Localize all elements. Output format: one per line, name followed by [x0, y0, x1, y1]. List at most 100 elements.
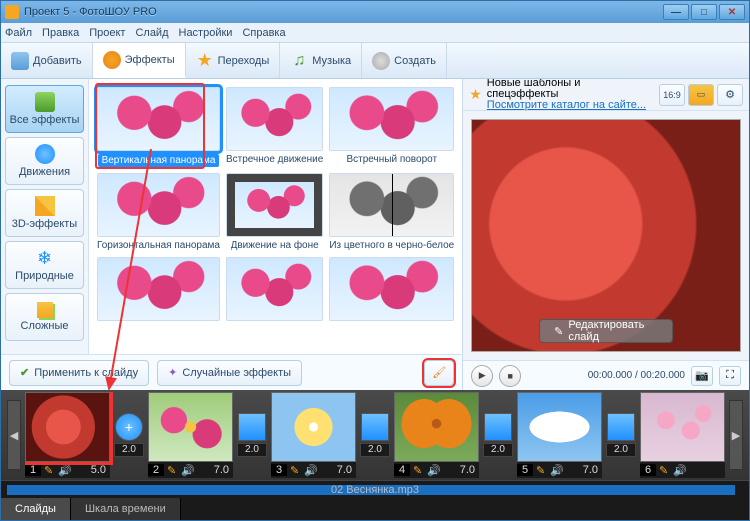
effect-item[interactable]: Движение на фоне [226, 173, 323, 251]
apply-to-slide-button[interactable]: ✔Применить к слайду [9, 360, 149, 386]
effect-item[interactable]: Вертикальная панорама [97, 87, 220, 167]
slide-edit-icon[interactable]: ✎ [164, 464, 179, 477]
menu-project[interactable]: Проект [89, 27, 125, 39]
tab-slides[interactable]: Слайды [1, 498, 71, 520]
aspect-button[interactable]: 16:9 [659, 84, 685, 106]
bottom-tabs: Слайды Шкала времени [1, 498, 749, 520]
slide-sound-icon[interactable]: 🔊 [56, 464, 74, 477]
brush-button[interactable]: 🖌 [424, 360, 454, 386]
timeline-transition[interactable]: +2.0 [114, 413, 144, 457]
settings-button[interactable]: ⚙ [717, 84, 743, 106]
expand-icon: ⛶ [726, 369, 734, 382]
menu-edit[interactable]: Правка [42, 27, 79, 39]
slide-edit-icon[interactable]: ✎ [656, 464, 671, 477]
slide-sound-icon[interactable]: 🔊 [425, 464, 443, 477]
cat-complex[interactable]: Сложные [5, 293, 84, 341]
effect-label: Встречный поворот [347, 154, 438, 165]
check-icon: ✔ [20, 366, 29, 379]
timeline-transition[interactable]: 2.0 [237, 413, 267, 457]
slide-number: 1 [25, 464, 41, 476]
edit-slide-button[interactable]: ✎Редактировать слайд [539, 319, 673, 343]
maximize-button[interactable]: □ [691, 4, 717, 20]
disc-icon [372, 52, 390, 70]
tab-transitions[interactable]: ★Переходы [186, 43, 281, 78]
slide-edit-icon[interactable]: ✎ [287, 464, 302, 477]
titlebar: Проект 5 - ФотоШОУ PRO — □ ✕ [1, 1, 749, 23]
app-window: Проект 5 - ФотоШОУ PRO — □ ✕ Файл Правка… [0, 0, 750, 521]
effect-item[interactable]: Из цветного в черно-белое [329, 173, 454, 251]
player-controls: ▶ ■ 00:00.000 / 00:20.000 📷 ⛶ [463, 360, 749, 390]
tab-timeline[interactable]: Шкала времени [71, 498, 181, 520]
effect-item[interactable]: Горизонтальная панорама [97, 173, 220, 251]
tab-add[interactable]: Добавить [1, 43, 93, 78]
window-title: Проект 5 - ФотоШОУ PRO [24, 6, 663, 18]
music-icon: ♫ [290, 52, 308, 70]
slide-duration: 7.0 [337, 464, 356, 476]
slide-sound-icon[interactable]: 🔊 [548, 464, 566, 477]
timeline-prev[interactable]: ◀ [7, 400, 21, 470]
cube-icon [35, 196, 55, 216]
slide-edit-icon[interactable]: ✎ [410, 464, 425, 477]
effect-item[interactable] [97, 257, 220, 324]
snapshot-button[interactable]: 📷 [691, 366, 713, 386]
timeline: ◀ 1✎🔊5.0+2.02✎🔊7.02.03✎🔊7.02.04✎🔊7.02.05… [1, 390, 749, 520]
pencil-icon: ✎ [554, 325, 563, 338]
cat-motion[interactable]: Движения [5, 137, 84, 185]
slide-sound-icon[interactable]: 🔊 [302, 464, 320, 477]
timeline-next[interactable]: ▶ [729, 400, 743, 470]
play-button[interactable]: ▶ [471, 365, 493, 387]
menu-settings[interactable]: Настройки [179, 27, 233, 39]
timeline-slide[interactable]: 3✎🔊7.0 [271, 392, 356, 478]
timeline-slide[interactable]: 4✎🔊7.0 [394, 392, 479, 478]
slide-edit-icon[interactable]: ✎ [533, 464, 548, 477]
effect-label: Из цветного в черно-белое [329, 240, 454, 251]
effect-item[interactable] [329, 257, 454, 324]
audio-track[interactable]: 02 Веснянка.mp3 [1, 480, 749, 498]
star-icon: ★ [196, 52, 214, 70]
promo-link[interactable]: Посмотрите каталог на сайте... [487, 100, 654, 111]
category-column: Все эффекты Движения 3D-эффекты ❄Природн… [1, 79, 89, 354]
timeline-slide[interactable]: 6✎🔊 [640, 392, 725, 478]
stop-button[interactable]: ■ [499, 365, 521, 387]
menu-file[interactable]: Файл [5, 27, 32, 39]
cat-nature[interactable]: ❄Природные [5, 241, 84, 289]
slide-duration: 7.0 [583, 464, 602, 476]
audio-filename: 02 Веснянка.mp3 [331, 484, 419, 496]
tab-music[interactable]: ♫Музыка [280, 43, 362, 78]
display-button[interactable]: ▭ [688, 84, 714, 106]
effects-grid: Вертикальная панорамаВстречное движение В… [89, 79, 462, 354]
effect-item[interactable]: Встречное движение [226, 87, 323, 167]
timeline-slide[interactable]: 5✎🔊7.0 [517, 392, 602, 478]
slide-duration: 7.0 [214, 464, 233, 476]
cat-3d[interactable]: 3D-эффекты [5, 189, 84, 237]
wand-icon: ✦ [168, 366, 177, 379]
menu-slide[interactable]: Слайд [135, 27, 168, 39]
menu-help[interactable]: Справка [242, 27, 285, 39]
close-button[interactable]: ✕ [719, 4, 745, 20]
timeline-slide[interactable]: 2✎🔊 7.0 [148, 392, 233, 478]
random-effects-button[interactable]: ✦Случайные эффекты [157, 360, 302, 386]
tab-create[interactable]: Создать [362, 43, 447, 78]
brush-icon: 🖌 [432, 366, 446, 379]
slide-edit-icon[interactable]: ✎ [41, 464, 56, 477]
effect-item[interactable] [226, 257, 323, 324]
timeline-transition[interactable]: 2.0 [483, 413, 513, 457]
tab-effects[interactable]: Эффекты [93, 43, 186, 78]
layers-icon [37, 302, 53, 318]
cat-all-effects[interactable]: Все эффекты [5, 85, 84, 133]
slide-sound-icon[interactable]: 🔊 [179, 464, 197, 477]
menubar: Файл Правка Проект Слайд Настройки Справ… [1, 23, 749, 43]
time-display: 00:00.000 / 00:20.000 [588, 370, 685, 381]
timeline-slide[interactable]: 1✎🔊5.0 [25, 392, 110, 478]
promo-bar: ★ Новые шаблоны и спецэффекты Посмотрите… [463, 79, 749, 111]
minimize-button[interactable]: — [663, 4, 689, 20]
effect-item[interactable]: Встречный поворот [329, 87, 454, 167]
star-icon: ★ [469, 86, 482, 103]
slide-sound-icon[interactable]: 🔊 [671, 464, 689, 477]
timeline-transition[interactable]: 2.0 [606, 413, 636, 457]
effect-label: Движение на фоне [231, 240, 319, 251]
slide-number: 2 [148, 464, 164, 476]
timeline-strip: ◀ 1✎🔊5.0+2.02✎🔊7.02.03✎🔊7.02.04✎🔊7.02.05… [1, 390, 749, 480]
fullscreen-button[interactable]: ⛶ [719, 366, 741, 386]
timeline-transition[interactable]: 2.0 [360, 413, 390, 457]
